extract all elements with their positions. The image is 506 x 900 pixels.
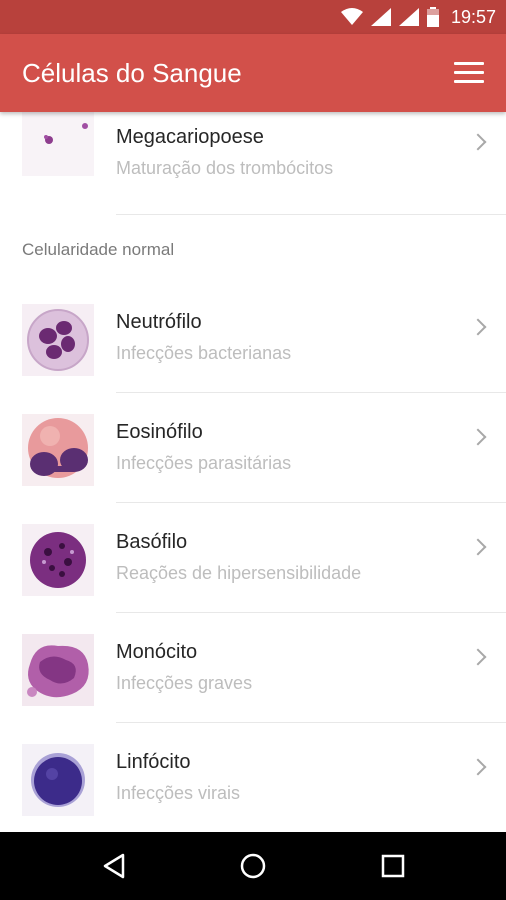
list-item-title: Neutrófilo — [116, 311, 202, 333]
home-button[interactable] — [223, 832, 283, 900]
status-time: 19:57 — [450, 6, 496, 27]
list-item-title: Eosinófilo — [116, 421, 203, 443]
cell-list[interactable]: Megacariopoese Maturação dos trombócitos… — [0, 112, 506, 832]
divider — [116, 214, 506, 215]
list-item-megacariopoese[interactable]: Megacariopoese Maturação dos trombócitos — [0, 112, 506, 215]
neutrofilo-thumbnail — [22, 304, 94, 376]
chevron-right-icon — [469, 133, 487, 151]
megacariopoese-thumbnail — [22, 112, 94, 176]
list-item-title: Megacariopoese — [116, 126, 264, 148]
back-icon — [103, 853, 125, 879]
list-item-eosinofilo[interactable]: Eosinófilo Infecções parasitárias — [0, 398, 506, 508]
list-item-linfocito[interactable]: Linfócito Infecções virais — [0, 728, 506, 832]
monocito-thumbnail — [22, 634, 94, 706]
recents-icon — [381, 854, 405, 878]
eosinofilo-thumbnail — [22, 414, 94, 486]
chevron-right-icon — [469, 538, 487, 556]
wifi-icon — [340, 8, 363, 25]
recents-button[interactable] — [363, 832, 423, 900]
chevron-right-icon — [469, 428, 487, 446]
navigation-bar — [0, 832, 506, 900]
list-item-neutrofilo[interactable]: Neutrófilo Infecções bacterianas — [0, 288, 506, 398]
divider — [116, 392, 506, 393]
battery-icon — [426, 7, 439, 27]
app-title: Células do Sangue — [22, 58, 242, 88]
list-item-title: Monócito — [116, 641, 198, 663]
back-button[interactable] — [84, 832, 144, 900]
list-item-subtitle: Maturação dos trombócitos — [116, 158, 334, 178]
menu-icon — [454, 62, 484, 65]
home-icon — [240, 853, 266, 879]
list-item-subtitle: Infecções virais — [116, 783, 241, 803]
divider — [116, 722, 506, 723]
app-bar: Células do Sangue — [0, 34, 506, 112]
status-bar: 19:57 — [0, 0, 506, 34]
linfocito-thumbnail — [22, 744, 94, 816]
divider — [116, 612, 506, 613]
basofilo-thumbnail — [22, 524, 94, 596]
signal-icon — [370, 8, 391, 26]
section-header: Celularidade normal — [22, 240, 175, 259]
list-item-subtitle: Infecções bacterianas — [116, 343, 292, 363]
chevron-right-icon — [469, 318, 487, 336]
list-item-subtitle: Reações de hipersensibilidade — [116, 563, 362, 583]
list-item-basofilo[interactable]: Basófilo Reações de hipersensibilidade — [0, 508, 506, 618]
divider — [116, 502, 506, 503]
chevron-right-icon — [469, 758, 487, 776]
list-item-subtitle: Infecções graves — [116, 673, 253, 693]
list-item-title: Basófilo — [116, 531, 188, 553]
list-item-title: Linfócito — [116, 751, 191, 773]
menu-button[interactable] — [454, 62, 484, 84]
list-item-subtitle: Infecções parasitárias — [116, 453, 292, 473]
signal-icon-2 — [398, 8, 419, 26]
chevron-right-icon — [469, 648, 487, 666]
list-item-monocito[interactable]: Monócito Infecções graves — [0, 618, 506, 728]
status-icons: 19:57 — [340, 0, 496, 34]
